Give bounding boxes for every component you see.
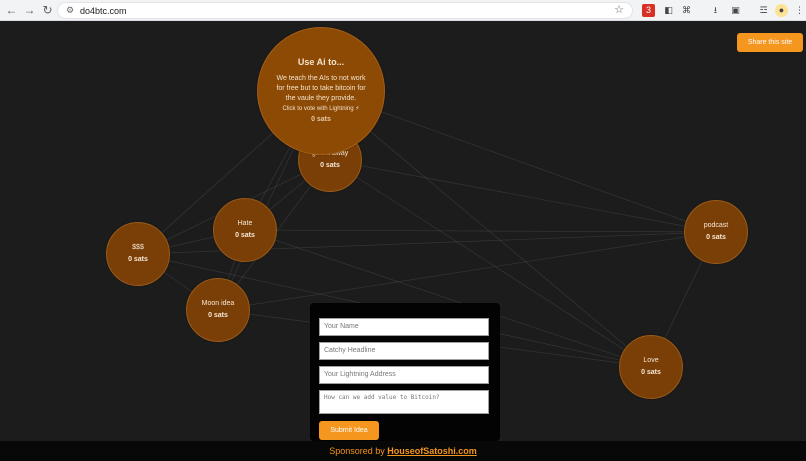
idea-label: podcast <box>703 222 729 229</box>
site-info-icon[interactable]: ⚙ <box>64 5 76 16</box>
idea-node-money[interactable]: $$$ 0 sats <box>106 222 170 286</box>
bookmark-star-icon[interactable]: ☆ <box>614 4 624 17</box>
extension-icon-2[interactable]: ◧ <box>662 4 675 17</box>
submit-idea-form: Your Name Catchy Headline Your Lightning… <box>310 303 500 441</box>
sponsor-footer: Sponsored by HouseofSatoshi.com <box>0 441 806 461</box>
idea-node-podcast[interactable]: podcast 0 sats <box>684 200 748 264</box>
sponsor-link[interactable]: HouseofSatoshi.com <box>387 446 477 456</box>
back-icon[interactable]: ← <box>4 3 19 18</box>
translate-icon[interactable]: ☲ <box>757 4 770 17</box>
extension-badge: 3 <box>645 5 651 15</box>
download-icon[interactable]: ⭳ <box>709 4 722 17</box>
puzzle-icon[interactable]: ⌘ <box>680 4 693 17</box>
profile-avatar[interactable]: ● <box>775 4 788 17</box>
browser-toolbar: ← → ↻ ⚙ do4btc.com ☆ 3 ◧ ⌘ ⭳ ▣ ☲ ● ⋮ <box>0 0 806 21</box>
address-bar[interactable]: ⚙ do4btc.com ☆ <box>57 2 633 19</box>
idea-sats: 0 sats <box>128 256 148 263</box>
forward-icon[interactable]: → <box>22 3 37 18</box>
idea-label: Love <box>643 357 659 364</box>
idea-label: Moon idea <box>201 300 235 307</box>
idea-sats: 0 sats <box>320 162 340 169</box>
featured-description: We teach the AIs to not work for free bu… <box>276 75 366 102</box>
media-icon[interactable]: ▣ <box>729 4 742 17</box>
idea-node-moon-idea[interactable]: Moon idea 0 sats <box>186 278 250 342</box>
headline-input[interactable]: Catchy Headline <box>319 342 489 360</box>
idea-node-hate[interactable]: Hate 0 sats <box>213 198 277 262</box>
featured-idea-node[interactable]: Use Ai to... We teach the AIs to not wor… <box>257 27 385 155</box>
reload-icon[interactable]: ↻ <box>40 3 55 18</box>
lightning-address-input[interactable]: Your Lightning Address <box>319 366 489 384</box>
idea-sats: 0 sats <box>706 234 726 241</box>
url-text[interactable]: do4btc.com <box>80 5 127 17</box>
share-button[interactable]: Share this site <box>737 33 803 52</box>
idea-graph: give it away 0 sats Hate 0 sats $$$ 0 sa… <box>0 21 806 441</box>
menu-icon[interactable]: ⋮ <box>793 4 806 17</box>
sponsor-prefix: Sponsored by <box>329 446 385 456</box>
featured-title: Use Ai to... <box>297 57 345 67</box>
vote-lightning-link[interactable]: Click to vote with Lightning ⚡ <box>283 105 360 114</box>
featured-sats: 0 sats <box>311 116 331 123</box>
idea-sats: 0 sats <box>208 312 228 319</box>
idea-sats: 0 sats <box>235 232 255 239</box>
name-input[interactable]: Your Name <box>319 318 489 336</box>
idea-node-love[interactable]: Love 0 sats <box>619 335 683 399</box>
idea-label: Hate <box>237 220 253 227</box>
submit-idea-button[interactable]: Submit Idea <box>319 421 379 440</box>
idea-textarea[interactable]: How can we add value to Bitcoin? <box>319 390 489 414</box>
idea-sats: 0 sats <box>641 369 661 376</box>
idea-label: $$$ <box>132 244 144 251</box>
extension-icon[interactable]: 3 <box>642 4 655 17</box>
